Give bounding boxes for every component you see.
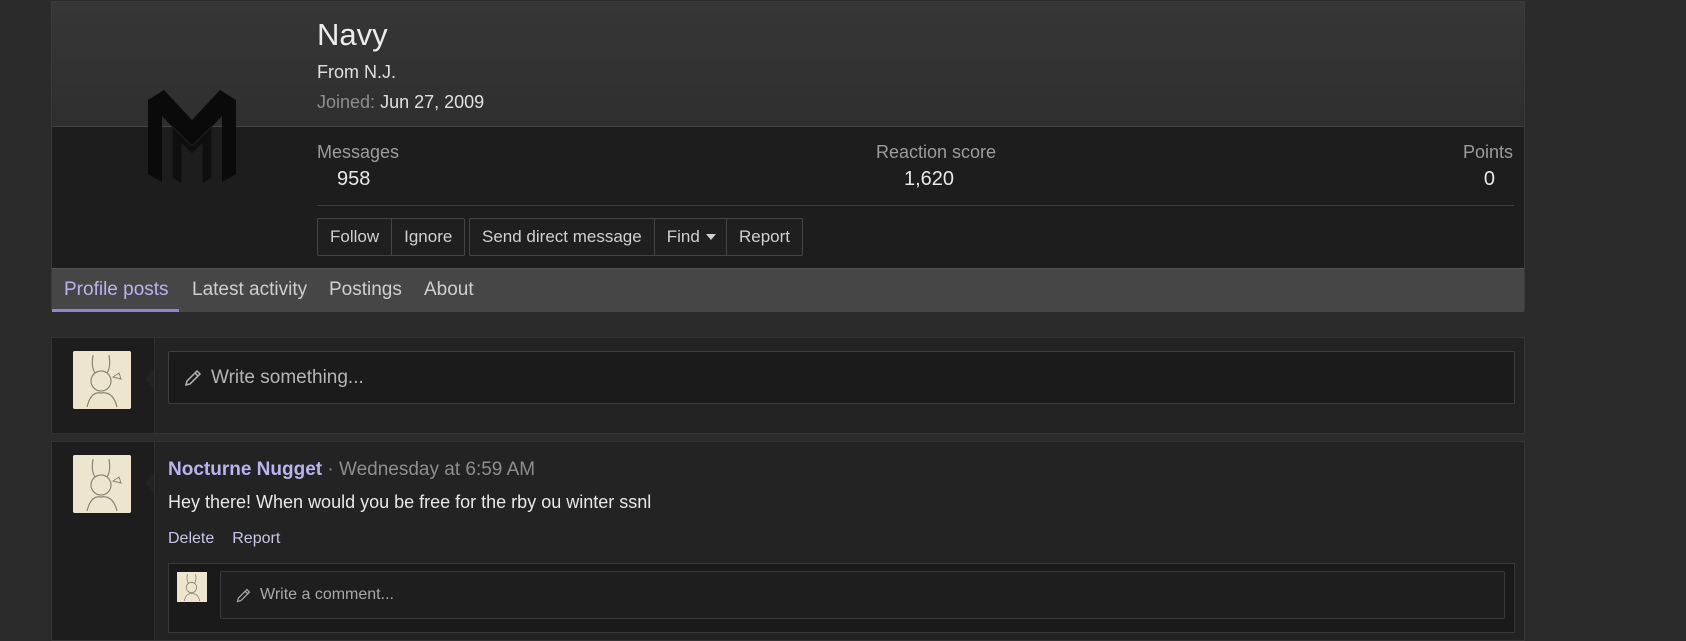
pencil-icon <box>183 368 203 388</box>
message-find-group: Send direct message Find <box>469 218 729 256</box>
meta-separator: · <box>327 459 334 480</box>
avatar[interactable] <box>73 455 131 513</box>
avatar[interactable] <box>177 572 207 602</box>
reaction-score-value[interactable]: 1,620 <box>904 168 954 191</box>
post-author-link[interactable]: Nocturne Nugget <box>168 459 322 480</box>
tab-profile-posts[interactable]: Profile posts <box>64 269 169 311</box>
active-tab-indicator <box>52 309 179 312</box>
caret-down-icon <box>705 234 716 240</box>
messages-count[interactable]: 958 <box>337 168 370 191</box>
send-direct-message-button[interactable]: Send direct message <box>470 219 654 255</box>
post-timestamp[interactable]: Wednesday at 6:59 AM <box>339 459 535 480</box>
composer-main: Write something... <box>154 338 1524 433</box>
avatar[interactable] <box>73 351 131 409</box>
write-something-input[interactable]: Write something... <box>168 351 1515 404</box>
points-label: Points <box>1462 142 1513 162</box>
tab-postings[interactable]: Postings <box>329 269 402 311</box>
write-comment-input[interactable]: Write a comment... <box>220 571 1505 619</box>
messages-label: Messages <box>317 142 400 162</box>
find-dropdown-button[interactable]: Find <box>653 219 728 255</box>
report-member-button[interactable]: Report <box>727 219 802 255</box>
post-body: Hey there! When would you be free for th… <box>168 492 652 512</box>
profile-tabs: Profile posts Latest activity Postings A… <box>52 268 1524 312</box>
stats-divider <box>317 205 1514 206</box>
follow-button[interactable]: Follow <box>318 219 391 255</box>
comment-area: Write a comment... <box>168 563 1515 633</box>
m-logo-icon[interactable] <box>142 86 242 186</box>
joined-date: Jun 27, 2009 <box>380 92 485 112</box>
report-post-link[interactable]: Report <box>232 530 280 548</box>
post-avatar-column <box>52 442 154 640</box>
report-group: Report <box>726 218 804 256</box>
profile-username: Navy <box>317 17 388 52</box>
write-comment-placeholder: Write a comment... <box>260 586 394 603</box>
tab-latest-activity[interactable]: Latest activity <box>192 269 307 311</box>
post-main: Nocturne Nugget · Wednesday at 6:59 AM H… <box>154 442 1524 640</box>
member-header: Navy From N.J. Joined: Jun 27, 2009 Mess… <box>51 1 1525 312</box>
tab-about[interactable]: About <box>424 269 474 311</box>
profile-joined: Joined: Jun 27, 2009 <box>317 92 484 113</box>
post-meta: Nocturne Nugget · Wednesday at 6:59 AM <box>168 459 535 481</box>
follow-ignore-group: Follow Ignore <box>317 218 466 256</box>
member-header-banner <box>52 2 1524 127</box>
write-something-placeholder: Write something... <box>211 366 364 388</box>
ignore-button[interactable]: Ignore <box>391 219 464 255</box>
pencil-icon <box>235 587 252 604</box>
profile-post: Nocturne Nugget · Wednesday at 6:59 AM H… <box>51 441 1525 641</box>
delete-post-link[interactable]: Delete <box>168 530 214 548</box>
reaction-score-label: Reaction score <box>876 142 997 162</box>
composer-avatar-column <box>52 338 154 433</box>
points-value[interactable]: 0 <box>1484 168 1495 191</box>
find-label: Find <box>666 227 700 246</box>
profile-location: From N.J. <box>317 62 396 82</box>
profile-post-composer: Write something... <box>51 337 1525 434</box>
post-actions: Delete Report <box>168 530 280 548</box>
joined-label: Joined: <box>317 92 376 112</box>
